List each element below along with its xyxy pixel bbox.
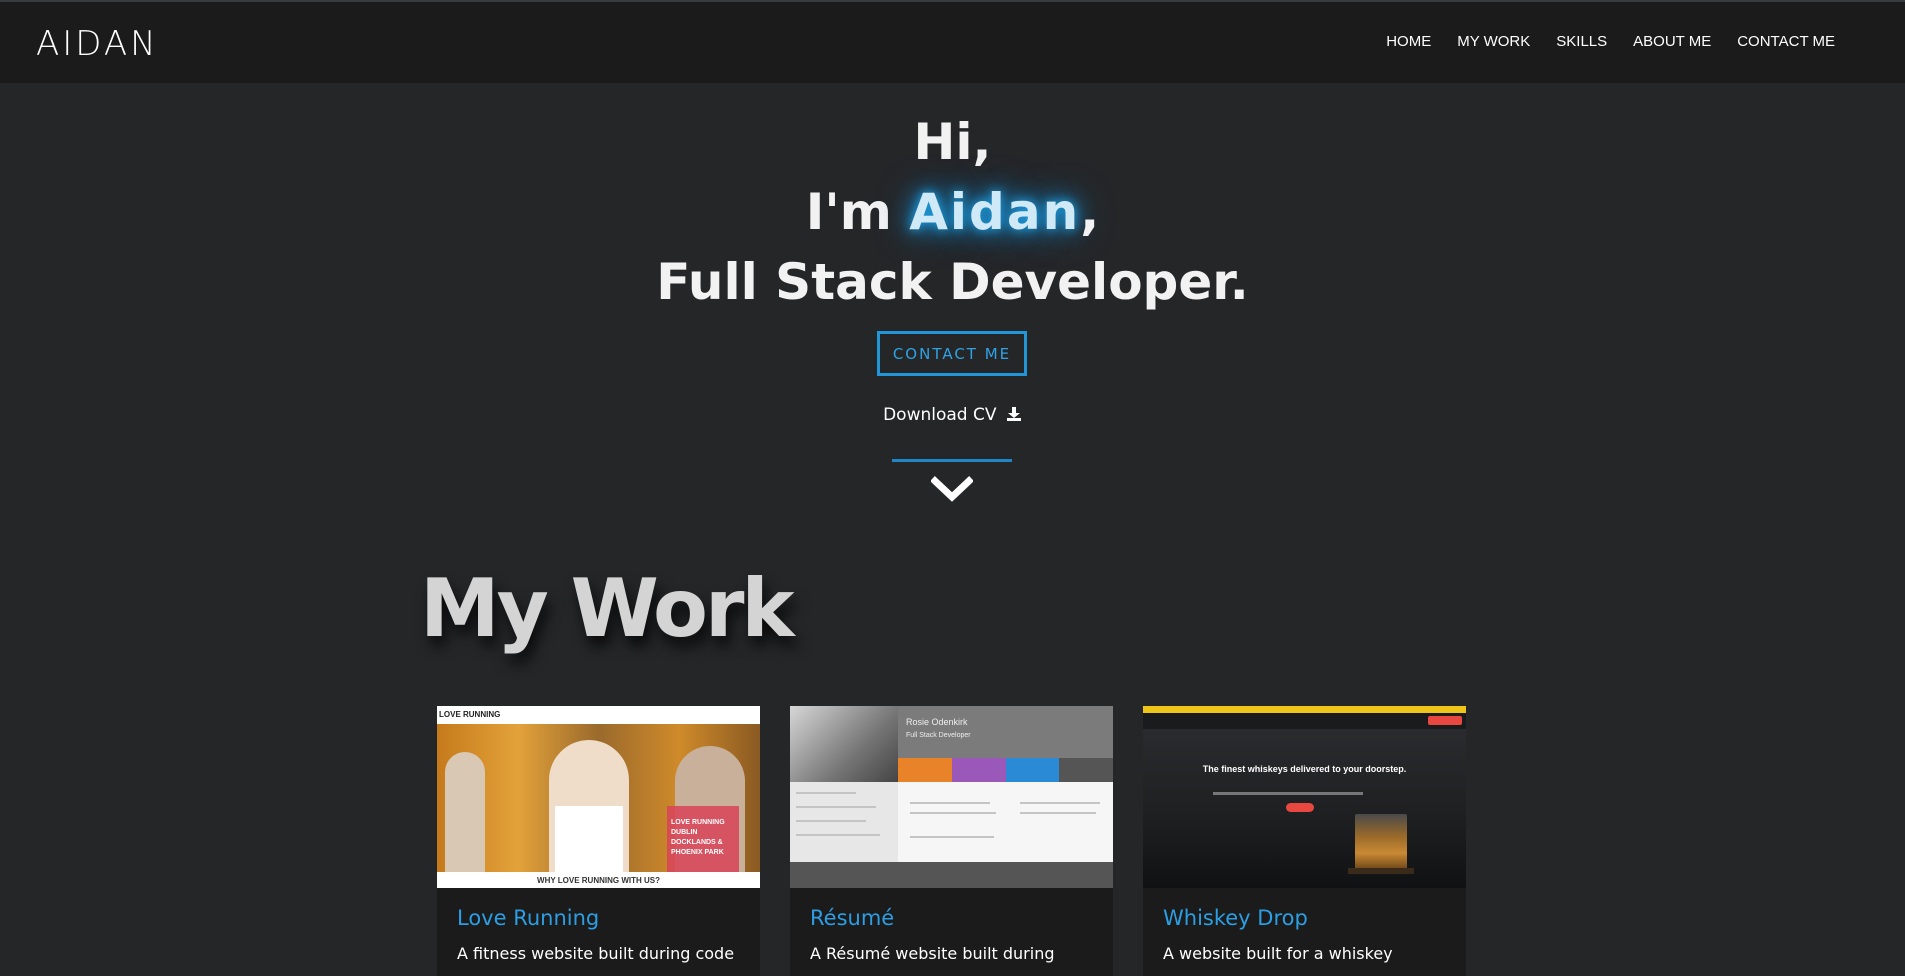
thumbnail-signup-button [1428, 716, 1462, 725]
thumbnail-tabs [898, 758, 1113, 782]
chevron-down-icon[interactable] [930, 476, 974, 504]
hero-greeting: Hi, [913, 113, 992, 171]
project-description: A fitness website built during code [457, 944, 735, 963]
thumbnail-tab [1005, 758, 1060, 782]
hero-intro: I'm Aidan, [0, 177, 1905, 247]
project-description: A website built for a whiskey [1163, 944, 1393, 963]
text-line [796, 792, 856, 794]
hero-role: Full Stack Developer. [656, 253, 1249, 311]
project-card-love-running[interactable]: LOVE RUNNING LOVE RUNNING DUBLIN DOCKLAN… [437, 706, 760, 976]
nav-link-skills[interactable]: SKILLS [1556, 33, 1607, 50]
project-thumbnail[interactable]: LOVE RUNNING LOVE RUNNING DUBLIN DOCKLAN… [437, 706, 760, 888]
thumbnail-tab [1059, 758, 1113, 782]
thumbnail-footer: WHY LOVE RUNNING WITH US? [437, 872, 760, 888]
project-title[interactable]: Résumé [810, 906, 894, 930]
download-icon [1006, 406, 1022, 427]
download-cv-label: Download CV [883, 405, 997, 425]
navbar: AIDAN HOME MY WORK SKILLS ABOUT ME CONTA… [0, 2, 1905, 83]
text-line [910, 836, 994, 838]
hero-intro-suffix: , [1080, 183, 1100, 241]
thumbnail-portrait [790, 706, 898, 782]
thumbnail-header: Rosie Odenkirk Full Stack Developer [898, 706, 1113, 758]
thumbnail-logo: LOVE RUNNING [439, 710, 501, 719]
project-card-whiskey-drop[interactable]: The finest whiskeys delivered to your do… [1143, 706, 1466, 976]
text-line [910, 812, 996, 814]
project-title[interactable]: Whiskey Drop [1163, 906, 1308, 930]
section-divider [892, 459, 1012, 462]
thumbnail-subtext [1213, 792, 1363, 795]
coaster [1348, 868, 1414, 874]
project-title[interactable]: Love Running [457, 906, 599, 930]
thumbnail-tab [898, 758, 952, 782]
nav-link-my-work[interactable]: MY WORK [1457, 33, 1530, 50]
nav-link-about-me[interactable]: ABOUT ME [1633, 33, 1711, 50]
text-line [1020, 812, 1096, 814]
thumbnail-tab [951, 758, 1006, 782]
nav-links: HOME MY WORK SKILLS ABOUT ME CONTACT ME [1386, 33, 1835, 50]
contact-me-button[interactable]: CONTACT ME [877, 331, 1027, 376]
thumbnail-headline: The finest whiskeys delivered to your do… [1202, 764, 1407, 774]
thumbnail-announcement-bar [1143, 706, 1466, 713]
text-line [910, 802, 990, 804]
text-line [796, 834, 880, 836]
project-card-resume[interactable]: Rosie Odenkirk Full Stack Developer Résu… [790, 706, 1113, 976]
text-line [1020, 802, 1100, 804]
thumbnail-sidebar [790, 782, 898, 862]
thumbnail-promo: LOVE RUNNING DUBLIN DOCKLANDS & PHOENIX … [667, 806, 739, 872]
hero-name: Aidan [909, 183, 1081, 241]
brand-logo[interactable]: AIDAN [36, 24, 159, 64]
project-thumbnail[interactable]: The finest whiskeys delivered to your do… [1143, 706, 1466, 888]
thumbnail-footer [790, 862, 1113, 888]
thumbnail-role: Full Stack Developer [906, 732, 971, 739]
text-line [796, 806, 876, 808]
text-line [796, 820, 866, 822]
thumbnail-name: Rosie Odenkirk [906, 717, 968, 727]
thumbnail-navbar [1143, 713, 1466, 729]
nav-link-home[interactable]: HOME [1386, 33, 1431, 50]
thumbnail-cta [1286, 803, 1314, 812]
download-cv-link[interactable]: Download CV [0, 405, 1905, 427]
my-work-title: My Work [420, 562, 795, 655]
whiskey-glass [1355, 814, 1407, 870]
runner-figure [445, 752, 485, 872]
project-description: A Résumé website built during [810, 944, 1055, 963]
project-thumbnail[interactable]: Rosie Odenkirk Full Stack Developer [790, 706, 1113, 888]
runner-shirt [555, 806, 623, 872]
nav-link-contact-me[interactable]: CONTACT ME [1737, 33, 1835, 50]
hero-intro-prefix: I'm [805, 183, 910, 241]
